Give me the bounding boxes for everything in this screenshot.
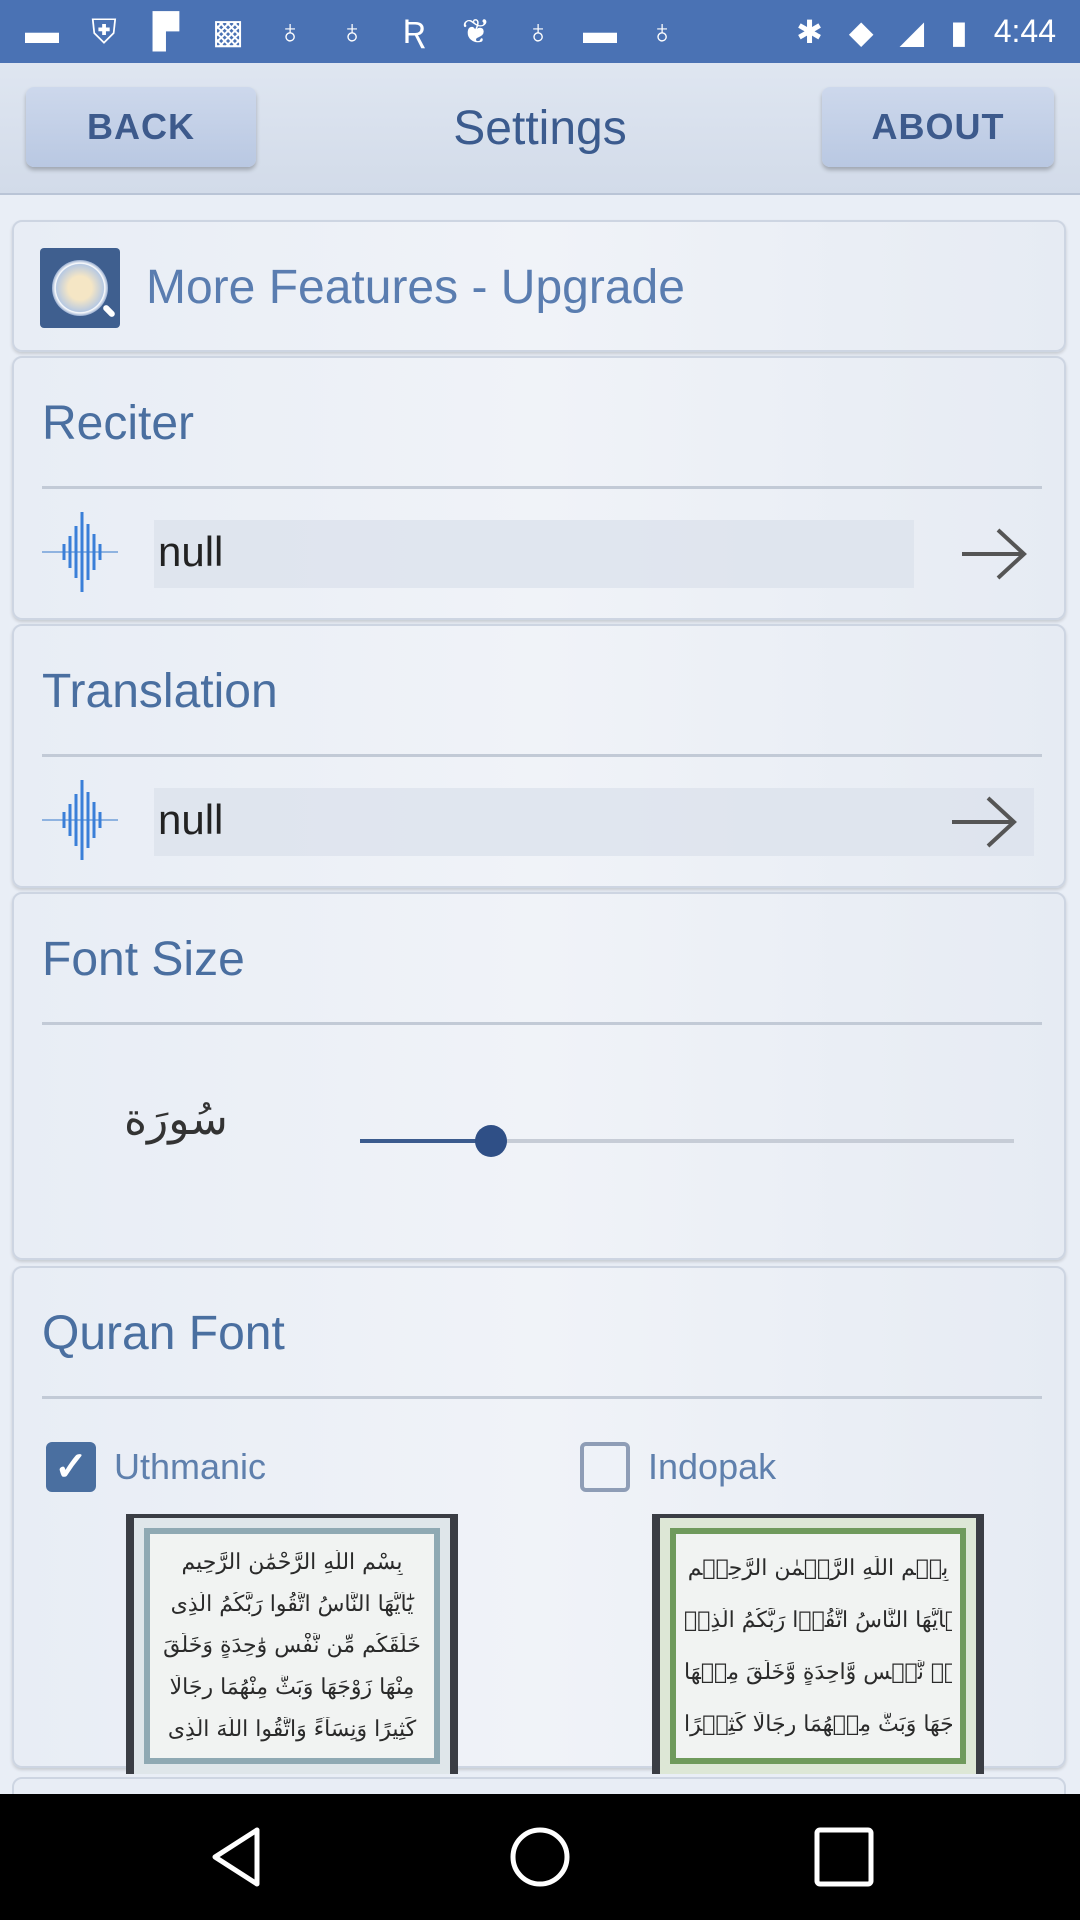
navigation-bar	[0, 1794, 1080, 1920]
preview-line: مِنْهَا زَوْجَهَا وَبَثَّ مِنْهُمَا رِجَ…	[169, 1675, 415, 1701]
preview-line: خَلَقَكُمۡ مِّنۡ نَّفۡسٍ وَّاحِدَةٍ وَّخ…	[684, 1659, 952, 1685]
flipboard-icon: ▛	[152, 12, 180, 51]
home-nav-icon[interactable]	[507, 1824, 573, 1890]
reciter-title: Reciter	[42, 397, 195, 450]
translation-selector[interactable]: null	[42, 780, 1042, 860]
font-size-slider[interactable]	[360, 1125, 1014, 1157]
indopak-checkbox[interactable]	[580, 1442, 630, 1492]
preview-line: بِسۡمِ اللّٰهِ الرَّحۡمٰنِ الرَّحِيۡمِ	[687, 1555, 949, 1581]
bulb-icon: ♁	[277, 12, 303, 51]
reciter-card: Reciter null	[12, 356, 1066, 620]
indopak-option[interactable]: Indopak	[580, 1442, 776, 1492]
clock: 4:44	[993, 13, 1056, 49]
translation-value: null	[158, 796, 224, 843]
preview-frame: بِسْمِ اللَّهِ الرَّحْمَٰنِ الرَّحِيمِ ي…	[144, 1528, 440, 1764]
bird-icon: ❦	[461, 12, 491, 51]
quran-font-title: Quran Font	[42, 1307, 285, 1360]
shield-icon: ⛨	[91, 12, 117, 51]
upgrade-label: More Features - Upgrade	[146, 261, 685, 314]
upgrade-card[interactable]: More Features - Upgrade	[12, 220, 1066, 352]
slider-fill	[360, 1139, 491, 1143]
divider	[42, 486, 1042, 489]
preview-line: زَوۡجَهَا وَبَثَّ مِنۡهُمَا رِجَالًا كَث…	[684, 1711, 952, 1737]
header: BACK Settings ABOUT	[0, 63, 1080, 195]
quran-search-icon	[40, 248, 120, 328]
signal-icon: ◢	[899, 13, 925, 50]
chat-icon: ▬	[25, 12, 59, 51]
preview-line: خَلَقَكُم مِّن نَّفْسٍ وَٰحِدَةٍ وَخَلَق…	[163, 1633, 421, 1659]
arrow-right-icon[interactable]	[958, 526, 1030, 582]
audio-wave-icon	[42, 780, 118, 860]
slider-thumb[interactable]	[474, 1125, 507, 1157]
divider	[42, 1022, 1042, 1025]
selector-background	[154, 788, 1034, 856]
notification-icons: ▬ ⛨ ▛ ▩ ♁ ♁ Ʀ ❦ ♁ ▬ ♁	[24, 15, 680, 49]
preview-line: كَثِيرًا وَنِسَآءً وَاتَّقُوا اللَّهَ ال…	[167, 1716, 417, 1742]
reciter-value: null	[158, 528, 224, 575]
quran-font-card: Quran Font ✓ Uthmanic Indopak بِسْمِ الل…	[12, 1266, 1066, 1774]
selector-background	[154, 520, 914, 588]
bulb-icon: ♁	[649, 12, 675, 51]
uthmanic-checkbox[interactable]: ✓	[46, 1442, 96, 1492]
r-icon: Ʀ	[402, 12, 426, 51]
font-sample-glyph: سُورَة	[124, 1094, 228, 1145]
divider	[42, 754, 1042, 757]
preview-frame: بِسۡمِ اللّٰهِ الرَّحۡمٰنِ الرَّحِيۡمِ ي…	[670, 1528, 966, 1764]
preview-line: يٰۤاَيُّهَا النَّاسُ اتَّقُوۡا رَبَّكُمُ…	[684, 1607, 952, 1633]
bulb-icon: ♁	[525, 12, 551, 51]
recents-nav-icon[interactable]	[811, 1824, 877, 1890]
font-size-title: Font Size	[42, 933, 245, 986]
arrow-right-icon[interactable]	[948, 794, 1020, 850]
translation-title: Translation	[42, 665, 278, 718]
wifi-icon: ◆	[848, 13, 874, 50]
audio-wave-icon	[42, 512, 118, 592]
game-icon: ▩	[211, 12, 245, 51]
preview-line: يَٰٓأَيُّهَا النَّاسُ اتَّقُوا رَبَّكُمُ…	[170, 1591, 414, 1617]
reciter-selector[interactable]: null	[42, 512, 1042, 592]
about-button[interactable]: ABOUT	[822, 87, 1054, 167]
back-nav-icon[interactable]	[205, 1824, 271, 1890]
blank-icon: ▬	[583, 12, 617, 51]
preview-line: بِسْمِ اللَّهِ الرَّحْمَٰنِ الرَّحِيمِ	[181, 1550, 403, 1576]
indopak-label: Indopak	[648, 1446, 777, 1487]
uthmanic-option[interactable]: ✓ Uthmanic	[46, 1442, 266, 1492]
battery-icon: ▮	[950, 13, 968, 50]
uthmanic-preview-image[interactable]: بِسْمِ اللَّهِ الرَّحْمَٰنِ الرَّحِيمِ ي…	[126, 1514, 458, 1774]
status-bar: ▬ ⛨ ▛ ▩ ♁ ♁ Ʀ ❦ ♁ ▬ ♁ ✱ ◆ ◢ ▮ 4:44	[0, 0, 1080, 63]
indopak-preview-image[interactable]: بِسۡمِ اللّٰهِ الرَّحۡمٰنِ الرَّحِيۡمِ ي…	[652, 1514, 984, 1774]
bulb-icon: ♁	[339, 12, 365, 51]
translation-card: Translation null	[12, 624, 1066, 888]
divider	[42, 1396, 1042, 1399]
bluetooth-icon: ✱	[796, 13, 823, 50]
uthmanic-label: Uthmanic	[114, 1446, 267, 1487]
font-size-card: Font Size سُورَة	[12, 892, 1066, 1260]
